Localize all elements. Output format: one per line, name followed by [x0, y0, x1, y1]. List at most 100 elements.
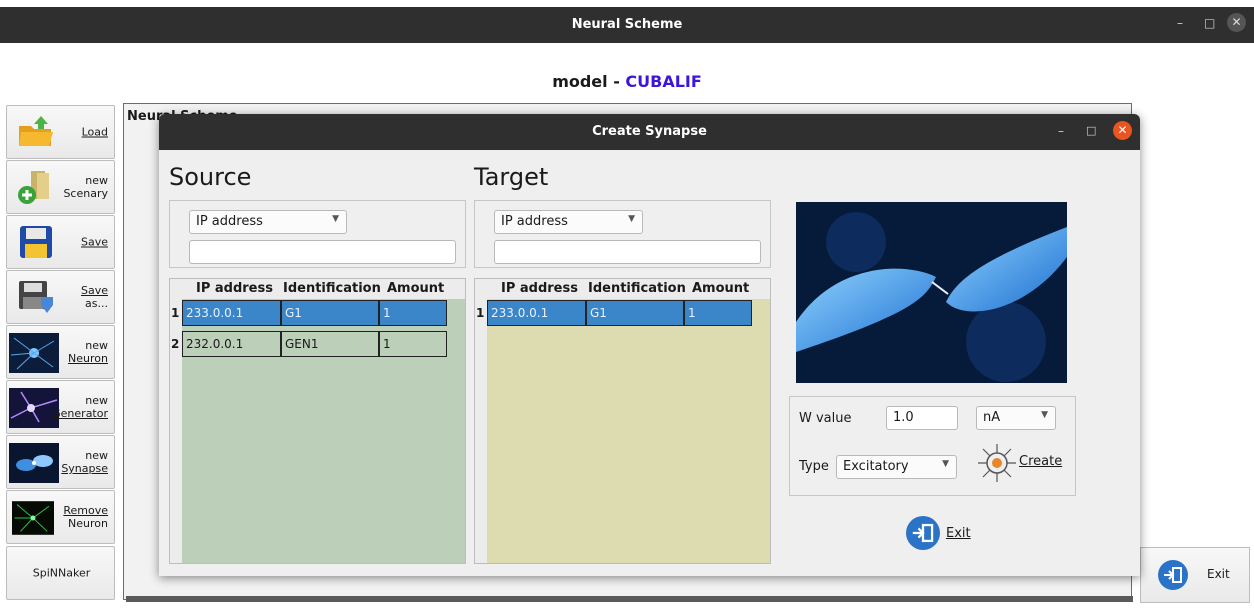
model-prefix: model - — [552, 72, 626, 91]
panel-shadow — [126, 596, 1133, 602]
unit-select[interactable]: nA ▼ — [976, 406, 1056, 430]
create-button[interactable]: Create — [975, 441, 1073, 485]
source-filter-select[interactable]: IP address ▼ — [189, 210, 347, 234]
exit-icon — [1158, 560, 1188, 590]
dialog-titlebar: Create Synapse – □ ✕ — [159, 114, 1140, 150]
target-cell-id[interactable]: G1 — [586, 300, 684, 326]
source-col-ip[interactable]: IP address — [196, 281, 273, 296]
remove-neuron-button[interactable]: Remove Neuron — [6, 490, 115, 544]
save-icon — [20, 226, 52, 258]
window-title: Neural Scheme — [571, 17, 683, 32]
load-button[interactable]: Load — [6, 105, 115, 159]
save-label: Save — [80, 235, 108, 249]
main-titlebar: Neural Scheme – □ ✕ — [0, 7, 1254, 43]
source-row-number: 2 — [171, 337, 180, 351]
neuron-create-icon — [978, 444, 1016, 482]
main-exit-button[interactable]: Exit — [1140, 547, 1250, 603]
new-synapse-label-1: new — [85, 449, 108, 462]
create-label: Create — [1019, 454, 1063, 469]
dialog-minimize-icon[interactable]: – — [1058, 124, 1064, 138]
type-value: Excitatory — [843, 459, 909, 474]
source-cell-amount[interactable]: 1 — [379, 331, 447, 357]
new-scenary-label-1: new — [85, 174, 108, 187]
source-row-number: 1 — [171, 306, 180, 320]
source-filter-group: IP address ▼ — [169, 200, 466, 268]
target-row-number: 1 — [476, 306, 485, 320]
target-table-body — [487, 299, 770, 563]
target-cell-ip[interactable]: 233.0.0.1 — [487, 300, 586, 326]
target-filter-select[interactable]: IP address ▼ — [494, 210, 643, 234]
load-label: Load — [81, 125, 108, 139]
save-as-button[interactable]: Save as... — [6, 270, 115, 324]
save-as-label-1: Save — [80, 284, 108, 297]
source-heading: Source — [169, 163, 252, 191]
synapse-params-group: W value 1.0 nA ▼ Type Excitatory ▼ Creat… — [789, 396, 1076, 496]
dialog-maximize-icon[interactable]: □ — [1086, 124, 1096, 137]
new-scenary-icon — [18, 171, 49, 204]
spinnaker-button[interactable]: SpiNNaker — [6, 546, 115, 600]
unit-value: nA — [983, 410, 1001, 425]
source-cell-id[interactable]: G1 — [281, 300, 379, 326]
chevron-down-icon: ▼ — [1041, 410, 1048, 420]
close-icon[interactable]: ✕ — [1227, 13, 1246, 32]
source-row-header — [170, 279, 182, 563]
neuron-image — [9, 333, 59, 373]
source-column-header: IP address Identification Amount — [170, 279, 465, 299]
main-exit-label: Exit — [1207, 567, 1230, 581]
remove-neuron-label-1: Remove — [63, 504, 108, 517]
dialog-title: Create Synapse — [592, 124, 707, 139]
w-value-label: W value — [799, 411, 852, 426]
folder-icon — [19, 116, 53, 146]
save-as-icon — [19, 281, 53, 313]
synapse-illustration-image — [796, 202, 1067, 383]
chevron-down-icon: ▼ — [628, 214, 635, 224]
source-table: IP address Identification Amount 1 233.0… — [169, 278, 466, 564]
model-name: CUBALIF — [625, 72, 702, 91]
model-heading: model - CUBALIF — [0, 72, 1254, 91]
chevron-down-icon: ▼ — [332, 214, 339, 224]
w-value-input[interactable]: 1.0 — [886, 406, 958, 430]
type-select[interactable]: Excitatory ▼ — [836, 455, 957, 479]
type-label: Type — [799, 459, 829, 474]
synapse-image — [9, 443, 59, 483]
new-synapse-button[interactable]: new Synapse — [6, 435, 115, 489]
target-col-amount[interactable]: Amount — [692, 281, 749, 296]
source-cell-amount[interactable]: 1 — [379, 300, 447, 326]
target-table: IP address Identification Amount 1 233.0… — [474, 278, 771, 564]
target-heading: Target — [474, 163, 549, 191]
source-cell-id[interactable]: GEN1 — [281, 331, 379, 357]
new-scenary-button[interactable]: new Scenary — [6, 160, 115, 214]
new-neuron-button[interactable]: new Neuron — [6, 325, 115, 379]
new-generator-label-1: new — [85, 394, 108, 407]
source-search-input[interactable] — [189, 240, 456, 264]
chevron-down-icon: ▼ — [942, 459, 949, 469]
new-generator-button[interactable]: new Generator — [6, 380, 115, 434]
spinnaker-label: SpiNNaker — [32, 566, 91, 580]
target-cell-amount[interactable]: 1 — [684, 300, 752, 326]
remove-neuron-image — [12, 501, 54, 535]
target-col-ip[interactable]: IP address — [501, 281, 578, 296]
save-as-label-2: as... — [85, 297, 108, 310]
source-cell-ip[interactable]: 233.0.0.1 — [182, 300, 281, 326]
remove-neuron-label-2: Neuron — [68, 517, 108, 530]
exit-icon — [906, 516, 940, 550]
source-filter-value: IP address — [196, 214, 263, 229]
new-scenary-label-2: Scenary — [63, 187, 108, 200]
dialog-exit-label: Exit — [946, 526, 971, 541]
target-row-header — [475, 279, 487, 563]
target-filter-value: IP address — [501, 214, 568, 229]
new-synapse-label-2: Synapse — [61, 462, 108, 475]
source-col-amount[interactable]: Amount — [387, 281, 444, 296]
minimize-icon[interactable]: – — [1177, 16, 1183, 30]
source-cell-ip[interactable]: 232.0.0.1 — [182, 331, 281, 357]
create-synapse-dialog: Create Synapse – □ ✕ Source IP address ▼… — [159, 114, 1140, 576]
dialog-exit-button[interactable]: Exit — [906, 516, 986, 552]
maximize-icon[interactable]: □ — [1204, 16, 1215, 30]
target-col-identification[interactable]: Identification — [588, 281, 686, 296]
new-generator-label-2: Generator — [52, 407, 108, 420]
target-search-input[interactable] — [494, 240, 761, 264]
source-col-identification[interactable]: Identification — [283, 281, 381, 296]
target-column-header: IP address Identification Amount — [475, 279, 770, 299]
save-button[interactable]: Save — [6, 215, 115, 269]
dialog-close-icon[interactable]: ✕ — [1113, 121, 1132, 140]
